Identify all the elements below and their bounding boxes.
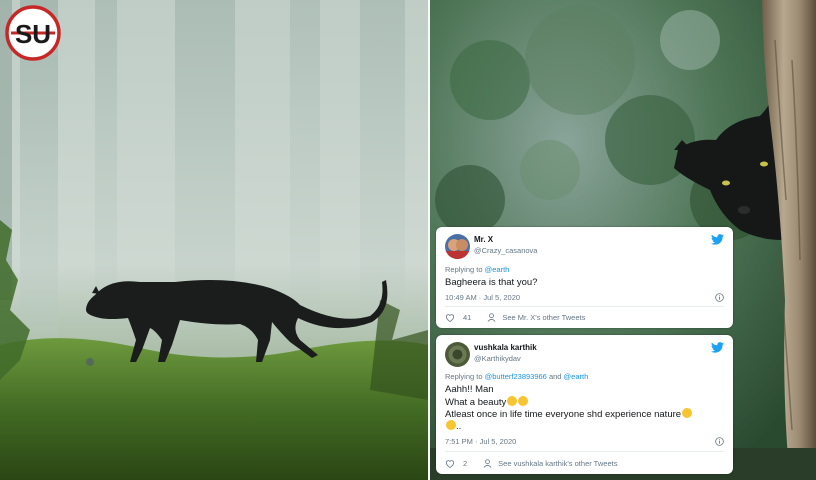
tweet-author-handle[interactable]: @Crazy_casanova (474, 246, 537, 255)
person-icon (487, 313, 496, 322)
mention-link[interactable]: @earth (564, 372, 589, 381)
logo-text: SU (15, 19, 51, 49)
replying-to: Replying to @earth (445, 265, 510, 274)
replying-to: Replying to @butterf23893966 and @earth (445, 372, 589, 381)
like-count: 2 (463, 459, 468, 468)
su-logo-icon: SU (5, 5, 61, 61)
tweet-timestamp[interactable]: 10:49 AM · Jul 5, 2020 (445, 293, 520, 302)
person-icon (483, 459, 492, 468)
see-other-tweets-link[interactable]: See Mr. X's other Tweets (502, 313, 585, 322)
heart-eyes-emoji-icon (507, 396, 518, 406)
misty-forest-scene (0, 0, 428, 480)
twitter-bird-icon[interactable] (711, 342, 724, 353)
mention-link[interactable]: @butterf23893966 (485, 372, 547, 381)
tweet-author-name[interactable]: Mr. X (474, 235, 493, 244)
avatar[interactable] (445, 234, 470, 259)
tweet-text-line: .. (445, 420, 461, 433)
tweet-timestamp[interactable]: 7:51 PM · Jul 5, 2020 (445, 437, 516, 446)
smiling-emoji-icon (446, 420, 456, 430)
like-count: 41 (463, 313, 472, 322)
see-other-tweets-link[interactable]: See vushkala karthik's other Tweets (498, 459, 617, 468)
divider (445, 306, 724, 307)
mention-link[interactable]: @earth (485, 265, 510, 274)
tweet-text: Bagheera is that you? (445, 277, 538, 288)
tweet-card[interactable]: vushkala karthik @Karthikydav Replying t… (436, 335, 733, 474)
smiling-emoji-icon (682, 408, 693, 418)
su-logo: SU (5, 5, 61, 61)
heart-eyes-emoji-icon (518, 396, 529, 406)
tweet-actions: 2 See vushkala karthik's other Tweets (445, 459, 617, 468)
info-icon[interactable] (715, 293, 724, 302)
info-icon[interactable] (715, 437, 724, 446)
tweet-actions: 41 See Mr. X's other Tweets (445, 313, 585, 322)
tweet-text-line: Atleast once in life time everyone shd e… (445, 408, 693, 421)
twitter-bird-icon[interactable] (711, 234, 724, 245)
tweet-author-handle[interactable]: @Karthikydav (474, 354, 521, 363)
tweet-text-line: Aahh!! Man (445, 384, 494, 395)
avatar[interactable] (445, 342, 470, 367)
tweet-author-name[interactable]: vushkala karthik (474, 343, 537, 352)
divider (445, 451, 724, 452)
tweet-card[interactable]: Mr. X @Crazy_casanova Replying to @earth… (436, 227, 733, 328)
heart-icon[interactable] (445, 459, 455, 468)
left-panther-photo (0, 0, 428, 480)
heart-icon[interactable] (445, 313, 455, 322)
